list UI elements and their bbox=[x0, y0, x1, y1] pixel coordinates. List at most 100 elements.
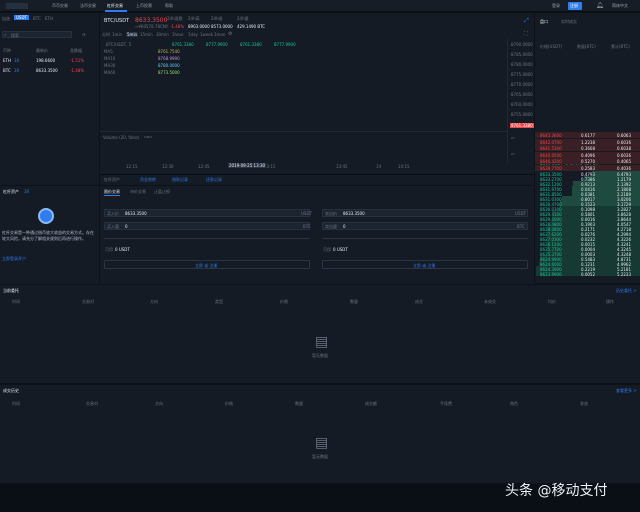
sell-amount-unit: BTC bbox=[517, 224, 525, 229]
buy-price-input[interactable]: 买入价 8633.3500 USDT bbox=[104, 209, 312, 217]
open-account-link[interactable]: 立即登录开户 bbox=[2, 256, 26, 262]
toolbar-link-assets[interactable]: 杠杆资产 bbox=[104, 177, 120, 183]
toolbar-link-repay[interactable]: 还款记录 bbox=[206, 177, 222, 183]
col-change[interactable]: 涨跌幅 bbox=[70, 48, 82, 54]
market-search-input[interactable]: ⌕ 搜索 bbox=[2, 31, 72, 38]
ask-amount: 0.6177 bbox=[581, 133, 595, 138]
trade-history-col: 成交额 bbox=[365, 401, 377, 406]
sell-slider[interactable] bbox=[322, 238, 528, 239]
current-orders-col: 未成交 bbox=[484, 299, 496, 304]
ask-total: 0.6036 bbox=[617, 152, 631, 158]
chart-tab[interactable]: 1mon bbox=[214, 32, 225, 37]
sell-amount-value: 0 bbox=[343, 224, 346, 229]
col-price[interactable]: 最新价 bbox=[36, 48, 48, 54]
sell-amount-input[interactable]: 卖出量 0 BTC bbox=[322, 222, 528, 230]
chart-tab-active[interactable]: 5min bbox=[126, 32, 139, 37]
volume-tick: ▭ bbox=[511, 135, 515, 140]
bid-total: 5.2233 bbox=[617, 272, 631, 277]
trade-history-col: 时间 bbox=[12, 401, 20, 406]
ob-col-total: 累计(BTC) bbox=[611, 44, 630, 49]
expand-icon[interactable]: ⤢ bbox=[524, 17, 529, 25]
tab-limit-indicator bbox=[104, 195, 120, 196]
order-history-link[interactable]: 历史委托 > bbox=[616, 288, 637, 294]
current-orders-panel: 当前委托 历史委托 > ▤ 暂无数据 时间 交易对 方向 类型 价格 数量 成交 未成交 均价 操… bbox=[0, 285, 640, 383]
tab-trades[interactable]: 实时成交 bbox=[561, 19, 577, 25]
bell-icon[interactable]: 🔔︎ bbox=[596, 2, 604, 9]
x-tick: 14 bbox=[376, 164, 382, 169]
volume-area[interactable]: Volume (20, false) ▫▫▫ bbox=[100, 131, 508, 163]
ask-price: 8643.3600 bbox=[540, 133, 562, 138]
volume-tick: ▭ bbox=[511, 151, 515, 156]
chart-tab[interactable]: 1min bbox=[112, 32, 122, 37]
ticker-low: 8573.0000 bbox=[211, 24, 233, 29]
nav-item-otc[interactable]: 法币交易 bbox=[80, 3, 96, 9]
tab-orderbook[interactable]: 盘口 bbox=[540, 19, 548, 25]
tab-favorites[interactable]: 自选 bbox=[2, 16, 10, 22]
assets-tag: 3X bbox=[24, 189, 30, 194]
current-orders-empty: 暂无数据 bbox=[312, 353, 328, 358]
ticker-high: 8903.0000 bbox=[188, 24, 210, 29]
sell-available-label: 可用 bbox=[323, 247, 331, 252]
chart-tab[interactable]: 1hour bbox=[172, 32, 184, 37]
ask-price: 8642.0700 bbox=[540, 139, 562, 145]
fullscreen-icon[interactable]: ⛶ bbox=[524, 31, 528, 37]
search-placeholder: 搜索 bbox=[11, 33, 19, 38]
chart-tab[interactable]: 30min bbox=[156, 32, 169, 37]
price-chart-area[interactable] bbox=[100, 39, 508, 131]
logo[interactable] bbox=[6, 3, 28, 9]
buy-available-value: 0 USDT bbox=[115, 247, 130, 252]
chart-tab[interactable]: 1week bbox=[200, 32, 213, 37]
toolbar-link-borrow[interactable]: 借款记录 bbox=[172, 177, 188, 183]
col-symbol[interactable]: 币种 bbox=[3, 48, 11, 54]
chart-tabs: 分时 1min 5min 15min 30min 1hour 1day 1wee… bbox=[100, 31, 534, 38]
ticker-cny: ≈¥60578.78CNY bbox=[135, 24, 169, 29]
ask-price: 8641.5300 bbox=[540, 146, 562, 152]
toolbar-link-transfer[interactable]: 资金划转 bbox=[140, 177, 156, 183]
tab-market[interactable]: 市价交易 bbox=[130, 189, 146, 195]
current-orders-col: 方向 bbox=[150, 299, 158, 304]
tab-usdt[interactable]: USDT bbox=[14, 15, 29, 20]
ticker-label-volume: 24h量 bbox=[237, 16, 249, 21]
margin-assets-panel: 杠杆资产 3X 杠杆交易是一种通过借币放大收益的交易方式。存在较大风险，请充分了… bbox=[0, 186, 99, 284]
y-tick: 8790.0000 bbox=[511, 42, 533, 47]
sell-button[interactable]: 立即 或 注册 bbox=[322, 260, 528, 269]
nav-item-spot[interactable]: 币币交易 bbox=[52, 3, 68, 9]
trade-history-title: 成交历史 bbox=[3, 388, 19, 393]
tab-usdt-label: USDT bbox=[16, 15, 27, 20]
tab-btc[interactable]: BTC bbox=[33, 16, 41, 21]
ticker-label-change: 24h涨跌 bbox=[167, 16, 183, 21]
chart-tab[interactable]: 分时 bbox=[102, 32, 110, 38]
trade-history-more-link[interactable]: 查看更多 > bbox=[616, 388, 637, 394]
buy-amount-input[interactable]: 买入量 0 BTC bbox=[104, 222, 311, 230]
ticker-volume: 429.1490 BTC bbox=[237, 24, 266, 29]
volume-y-axis: ▭ ▭ bbox=[510, 131, 534, 163]
register-button[interactable]: 注册 bbox=[568, 2, 582, 10]
sell-button-label: 立即 或 注册 bbox=[413, 263, 436, 268]
y-tick: 8780.0000 bbox=[511, 62, 533, 67]
x-axis: 12:15 12:30 12:45 13 13:15 2019-09-25 13… bbox=[100, 163, 508, 170]
tab-eth[interactable]: ETH bbox=[45, 16, 53, 21]
chart-tab[interactable]: 1day bbox=[188, 32, 198, 37]
volume-settings-icon[interactable]: ▫▫▫ bbox=[144, 134, 152, 139]
buy-slider[interactable] bbox=[104, 238, 310, 239]
buy-available-label: 可用 bbox=[105, 247, 113, 252]
login-link[interactable]: 登录 bbox=[552, 3, 560, 9]
pair-tag: 3X bbox=[14, 68, 20, 73]
chart-panel: BTC/USDT 8633.3500 ≈¥60578.78CNY 24h涨跌 -… bbox=[100, 13, 534, 185]
tab-stop[interactable]: 止盈止损 bbox=[154, 189, 170, 195]
buy-price-unit: USDT bbox=[301, 211, 312, 216]
sell-price-input[interactable]: 卖出价 8633.3500 USDT bbox=[322, 209, 528, 217]
current-orders-col: 价格 bbox=[280, 299, 288, 304]
language-select[interactable]: 简体中文 bbox=[612, 3, 628, 9]
settings-icon[interactable]: ⚙ bbox=[228, 31, 232, 37]
nav-item-vote[interactable]: 上币投票 bbox=[136, 3, 152, 9]
nav-item-margin[interactable]: 杠杆交易 bbox=[107, 3, 123, 9]
buy-button[interactable]: 立即 或 注册 bbox=[104, 260, 310, 269]
pair-change: -1.48% bbox=[70, 68, 85, 73]
clock-icon[interactable]: ◔ bbox=[82, 32, 86, 37]
assets-title: 杠杆资产 bbox=[3, 189, 19, 194]
market-panel: 自选 USDT BTC ETH ⌕ 搜索 ◔ 币种 最新价 涨跌幅 ETH 3X… bbox=[0, 13, 99, 185]
chart-tab[interactable]: 15min bbox=[140, 32, 153, 37]
nav-item-help[interactable]: 帮助 bbox=[165, 3, 173, 9]
register-label: 注册 bbox=[570, 3, 578, 8]
